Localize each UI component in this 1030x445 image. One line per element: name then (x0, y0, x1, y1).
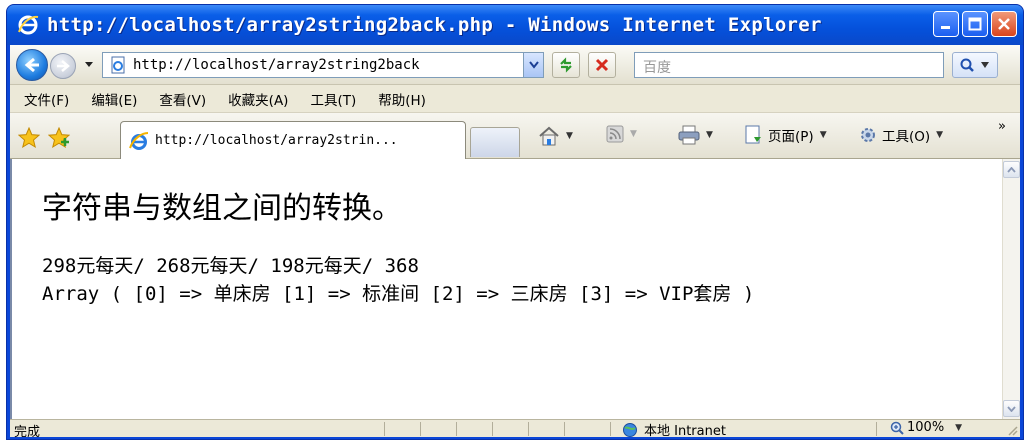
home-button[interactable]: ▼ (538, 125, 573, 147)
stop-icon (595, 58, 609, 72)
tools-menu-label: 工具(O) (882, 129, 931, 145)
output-line-prices: 298元每天/ 268元每天/ 198元每天/ 368 (42, 255, 419, 277)
menu-view[interactable]: 查看(V) (159, 89, 206, 109)
chevron-down-icon[interactable]: ▼ (936, 130, 943, 140)
window-controls (933, 11, 1017, 37)
add-favorites-icon[interactable] (48, 127, 70, 149)
status-divider (420, 422, 421, 436)
address-url[interactable]: http://localhost/array2string2back (133, 57, 493, 73)
intranet-globe-icon (623, 422, 637, 437)
close-button[interactable] (991, 11, 1017, 37)
stop-button[interactable] (588, 52, 616, 78)
print-icon (678, 125, 700, 145)
minimize-button[interactable] (933, 11, 959, 37)
search-button[interactable] (952, 52, 998, 78)
status-bar: 完成 本地 Intranet 100% ▼ (10, 419, 1020, 440)
chevron-down-icon[interactable]: ▼ (630, 129, 637, 139)
title-bar[interactable]: http://localhost/array2string2back.php -… (7, 5, 1023, 45)
chevron-down-icon[interactable]: ▼ (706, 130, 713, 140)
feeds-icon (606, 125, 624, 143)
chevron-down-icon (1007, 405, 1016, 412)
security-zone-label: 本地 Intranet (644, 424, 726, 439)
tools-gear-icon (861, 128, 875, 142)
menu-favorites[interactable]: 收藏夹(A) (228, 89, 288, 109)
status-divider (456, 422, 457, 436)
page-icon (111, 56, 125, 74)
output-line-array: Array ( [0] => 单床房 [1] => 标准间 [2] => 三床房… (42, 283, 755, 305)
status-divider (384, 422, 385, 436)
status-divider (492, 422, 493, 436)
close-icon (998, 18, 1010, 30)
address-field[interactable]: http://localhost/array2string2back (102, 52, 544, 78)
chevron-up-icon (1007, 166, 1016, 173)
scroll-up-button[interactable] (1003, 161, 1020, 178)
menu-help[interactable]: 帮助(H) (378, 89, 426, 109)
vertical-scrollbar[interactable] (1002, 159, 1020, 419)
status-divider (610, 422, 611, 436)
page-menu-button[interactable]: 页面(P) ▼ (744, 125, 827, 145)
zoom-level: 100% (907, 420, 945, 435)
refresh-icon (560, 57, 572, 73)
scroll-down-button[interactable] (1003, 400, 1020, 417)
search-icon (960, 58, 974, 72)
print-button[interactable]: ▼ (678, 125, 713, 145)
tab-bar: http://localhost/array2strin... ▼ ▼ ▼ 页面… (10, 113, 1020, 159)
browser-window: http://localhost/array2string2back.php -… (6, 4, 1024, 440)
status-divider (564, 422, 565, 436)
ie-logo-icon (129, 131, 149, 150)
forward-button[interactable] (50, 53, 76, 79)
menu-file[interactable]: 文件(F) (24, 89, 69, 109)
menu-tools[interactable]: 工具(T) (310, 89, 356, 109)
menu-edit[interactable]: 编辑(E) (91, 89, 137, 109)
home-icon (539, 126, 559, 146)
menu-bar: 文件(F) 编辑(E) 查看(V) 收藏夹(A) 工具(T) 帮助(H) (10, 85, 1020, 113)
refresh-button[interactable] (552, 52, 580, 78)
forward-arrow-icon (57, 60, 70, 72)
tab-current-page[interactable]: http://localhost/array2strin... (120, 121, 466, 159)
zoom-icon (890, 421, 904, 435)
page-menu-label: 页面(P) (768, 129, 814, 145)
page-icon (745, 125, 761, 144)
chevron-down-icon[interactable]: ▼ (566, 131, 573, 141)
address-toolbar: http://localhost/array2string2back 百度 (10, 45, 1020, 85)
chevron-down-icon[interactable]: ▼ (955, 423, 962, 433)
status-divider (876, 422, 877, 436)
more-commands-button[interactable]: » (998, 119, 1006, 134)
chevron-down-icon (528, 61, 539, 69)
chevron-down-icon (981, 62, 989, 68)
tab-label: http://localhost/array2strin... (155, 133, 398, 148)
maximize-icon (968, 17, 982, 31)
history-dropdown-icon[interactable] (84, 59, 94, 69)
status-divider (528, 422, 529, 436)
chevron-down-icon[interactable]: ▼ (820, 130, 827, 140)
address-dropdown-button[interactable] (523, 53, 543, 77)
tools-menu-button[interactable]: 工具(O) ▼ (858, 125, 943, 145)
back-button[interactable] (16, 49, 48, 81)
ie-logo-icon (18, 15, 39, 35)
search-input[interactable]: 百度 (634, 52, 944, 78)
new-tab-button[interactable] (470, 127, 520, 157)
resize-grip-icon[interactable] (1006, 424, 1018, 436)
minimize-icon (941, 26, 950, 29)
security-zone[interactable]: 本地 Intranet (622, 420, 726, 439)
page-heading: 字符串与数组之间的转换。 (42, 191, 402, 226)
status-text: 完成 (14, 425, 41, 440)
page-content: 字符串与数组之间的转换。 298元每天/ 268元每天/ 198元每天/ 368… (10, 159, 1002, 419)
feeds-button[interactable]: ▼ (606, 125, 637, 143)
favorites-star-icon[interactable] (18, 127, 40, 149)
zoom-control[interactable]: 100% ▼ (890, 420, 962, 435)
back-arrow-icon (24, 57, 39, 73)
maximize-button[interactable] (962, 11, 988, 37)
window-title: http://localhost/array2string2back.php -… (47, 14, 822, 36)
browser-client: http://localhost/array2string2back 百度 文件… (10, 45, 1020, 440)
